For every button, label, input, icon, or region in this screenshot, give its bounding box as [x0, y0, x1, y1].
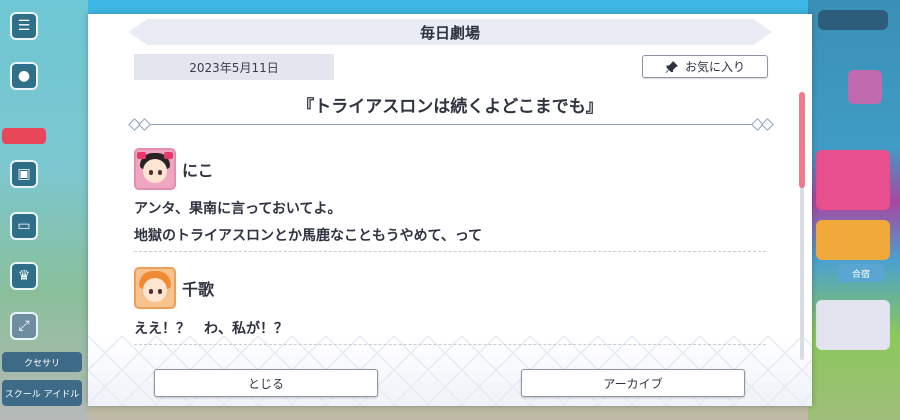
- background-badge: [2, 128, 46, 144]
- archive-label: アーカイブ: [603, 376, 663, 391]
- close-button[interactable]: とじる: [154, 369, 378, 397]
- background-right-panel: 合宿: [808, 0, 900, 420]
- background-label-school-idol: スクール アイドル: [2, 380, 82, 406]
- entry-separator: [134, 344, 766, 345]
- title-divider: [134, 124, 766, 125]
- divider-ornament: [138, 118, 151, 131]
- background-tile-magenta: [816, 150, 890, 210]
- favorite-label: お気に入り: [684, 60, 745, 74]
- close-label: とじる: [247, 376, 284, 391]
- avatar: [134, 267, 176, 309]
- avatar: [134, 148, 176, 190]
- entry-separator: [134, 251, 766, 252]
- gift-icon: ▣: [10, 160, 38, 188]
- trophy-icon: ♛: [10, 262, 38, 290]
- menu-icon: ☰: [10, 12, 38, 40]
- background-left-panel: ☰ ● ▣ ▭ ♛ ⤢ クセサリ スクール アイドル: [0, 0, 88, 420]
- dialogue-line: 地獄のトライアスロンとか馬鹿なこともうやめて、って: [134, 228, 483, 244]
- scrollbar-thumb[interactable]: [799, 92, 805, 188]
- dialog-title: 毎日劇場: [419, 23, 480, 42]
- dialogue-line: アンタ、果南に言っておいてよ。: [134, 201, 342, 217]
- speaker-row: 千歌: [134, 267, 214, 309]
- expand-icon: ⤢: [10, 312, 38, 340]
- favorite-button[interactable]: お気に入り: [642, 55, 768, 78]
- episode-title: 『トライアスロンは続くよどこまでも』: [297, 97, 603, 117]
- background-tile-grey: [816, 300, 890, 350]
- dialogue-line: ええ！？ わ、私が！？: [134, 321, 288, 337]
- speaker-name: 千歌: [182, 280, 215, 299]
- speaker-row: にこ: [134, 148, 214, 190]
- date-label: 2023年5月11日: [134, 54, 334, 80]
- date-text: 2023年5月11日: [189, 60, 279, 75]
- pin-icon: [665, 60, 678, 73]
- chat-icon: ●: [10, 62, 38, 90]
- background-tile-pink: [848, 70, 882, 104]
- background-label-accessory: クセサリ: [2, 352, 82, 372]
- background-label-camp: 合宿: [838, 264, 884, 282]
- speaker-name: にこ: [182, 161, 214, 180]
- dialog-title-bar: 毎日劇場: [128, 19, 772, 45]
- divider-ornament: [761, 118, 774, 131]
- archive-button[interactable]: アーカイブ: [521, 369, 745, 397]
- background-tile-orange: [816, 220, 890, 260]
- daily-theater-dialog: 毎日劇場 2023年5月11日 お気に入り 『トライアスロンは続くよどこまでも』…: [88, 14, 812, 406]
- background-header-tile: [818, 10, 888, 30]
- monitor-icon: ▭: [10, 212, 38, 240]
